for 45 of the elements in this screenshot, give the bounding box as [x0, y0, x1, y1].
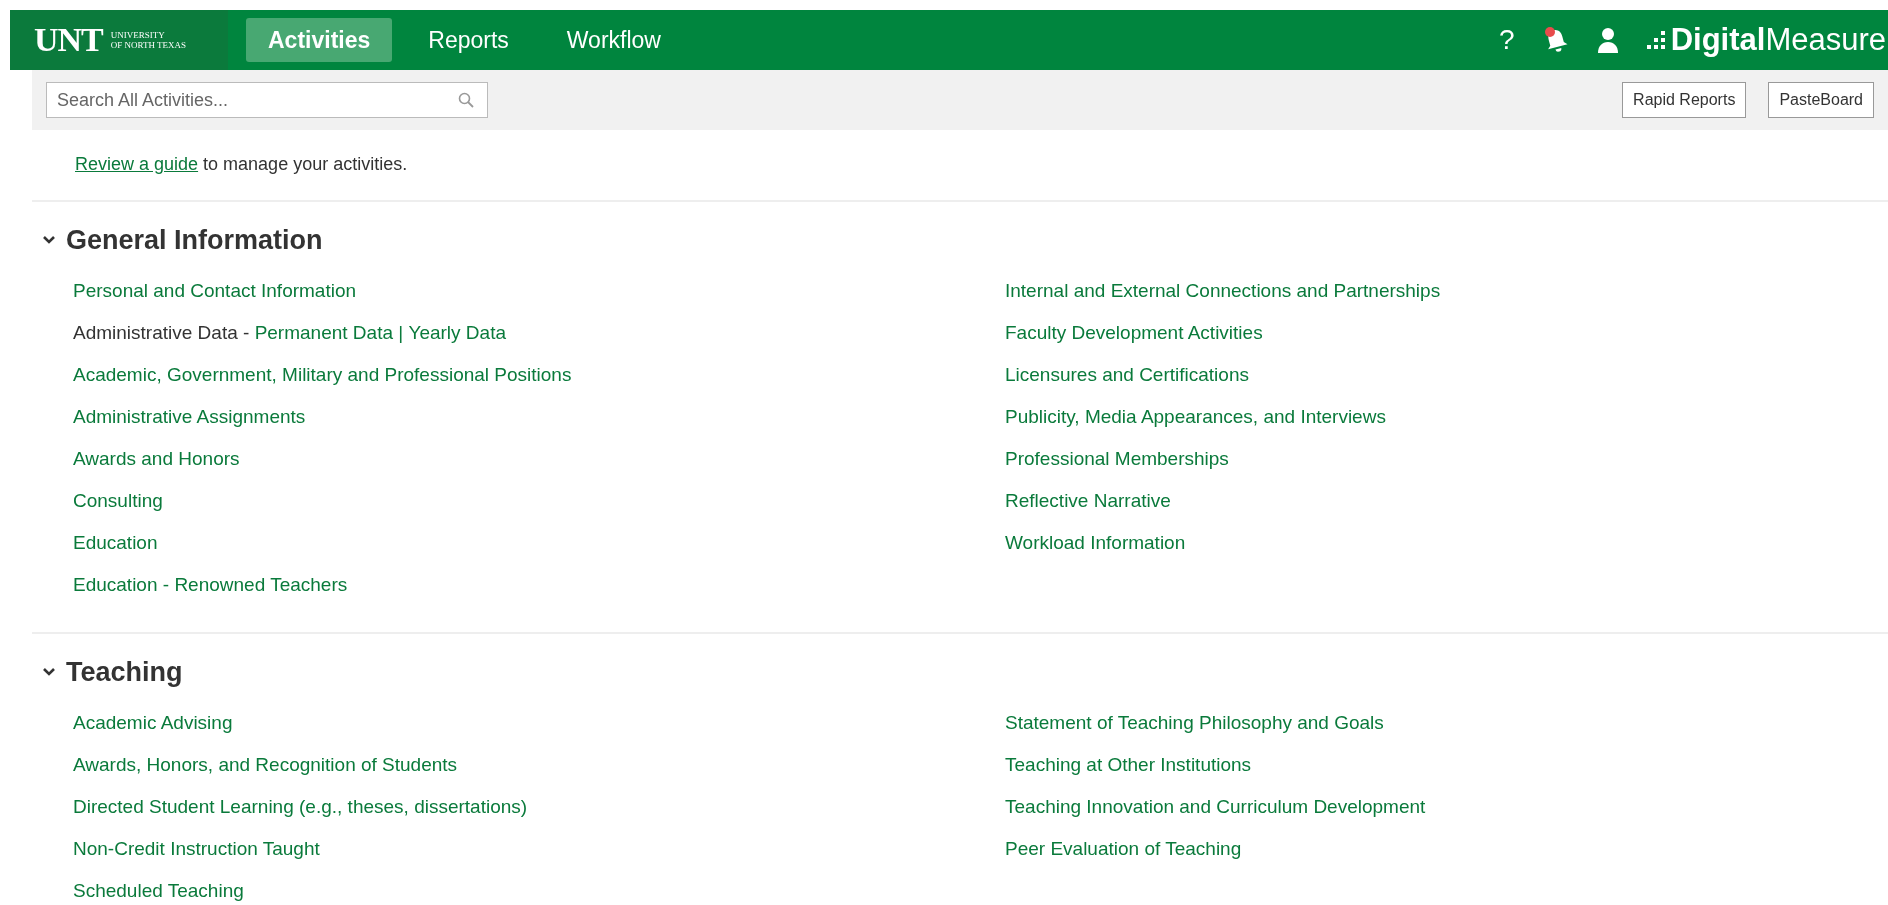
activity-link[interactable]: Teaching Innovation and Curriculum Development [1005, 796, 1426, 818]
activity-label: Administrative Data - [73, 322, 251, 344]
dots-icon [1646, 30, 1667, 50]
activity-link[interactable]: Peer Evaluation of Teaching [1005, 838, 1242, 860]
activity-link[interactable]: Professional Memberships [1005, 448, 1229, 470]
logo-mark: UNT [34, 21, 103, 59]
section-title: Teaching [66, 656, 183, 688]
activity-link[interactable]: Reflective Narrative [1005, 490, 1171, 512]
activity-link[interactable]: Scheduled Teaching [73, 880, 244, 902]
activity-link[interactable]: Yearly Data [408, 322, 506, 344]
toolbar-button[interactable]: Rapid Reports [1622, 82, 1747, 118]
activity-link[interactable]: Personal and Contact Information [73, 280, 357, 302]
separator-text: | [397, 322, 405, 344]
activity-link[interactable]: Permanent Data [254, 322, 393, 344]
activity-link[interactable]: Academic, Government, Military and Professional Positions [73, 364, 572, 386]
nav-tab[interactable]: Workflow [544, 18, 683, 62]
activity-link[interactable]: Faculty Development Activities [1005, 322, 1263, 344]
activity-link[interactable]: Publicity, Media Appearances, and Interviews [1005, 406, 1386, 428]
section-title: General Information [66, 224, 323, 256]
activity-link[interactable]: Consulting [73, 490, 163, 512]
activity-link[interactable]: Workload Information [1005, 532, 1186, 554]
search-field[interactable]: Search All Activities... [46, 82, 488, 118]
activity-link[interactable]: Non-Credit Instruction Taught [73, 838, 320, 860]
notifications-button[interactable] [1542, 26, 1569, 54]
brand-name: DigitalMeasure [1670, 22, 1886, 58]
intro-text: Review a guide to manage your activities. [32, 130, 1888, 202]
logo-subtitle: UNIVERSITY OF NORTH TEXAS [110, 30, 187, 50]
activity-link[interactable]: Academic Advising [73, 712, 233, 734]
nav-tab[interactable]: Reports [406, 18, 531, 62]
user-button[interactable] [1596, 27, 1619, 53]
activity-link[interactable]: Licensures and Certifications [1005, 364, 1249, 386]
toolbar-button[interactable]: PasteBoard [1768, 82, 1874, 118]
activity-link[interactable]: Teaching at Other Institutions [1005, 754, 1252, 776]
activity-link[interactable]: Administrative Assignments [73, 406, 306, 428]
activity-link[interactable]: Statement of Teaching Philosophy and Goals [1005, 712, 1384, 734]
help-button[interactable]: ? [1499, 24, 1515, 56]
search-icon [458, 92, 474, 108]
activity-link[interactable]: Internal and External Connections and Partnerships [1005, 280, 1441, 302]
nav-tab[interactable]: Activities [246, 18, 393, 62]
activity-link[interactable]: Education - Renowned Teachers [73, 574, 348, 596]
guide-link[interactable]: Review a guide [75, 154, 199, 174]
activity-link[interactable]: Directed Student Learning (e.g., theses, dissertations) [73, 796, 528, 818]
activity-link[interactable]: Education [73, 532, 158, 554]
activity-link[interactable]: Awards and Honors [73, 448, 240, 470]
activity-link[interactable]: Awards, Honors, and Recognition of Students [73, 754, 458, 776]
